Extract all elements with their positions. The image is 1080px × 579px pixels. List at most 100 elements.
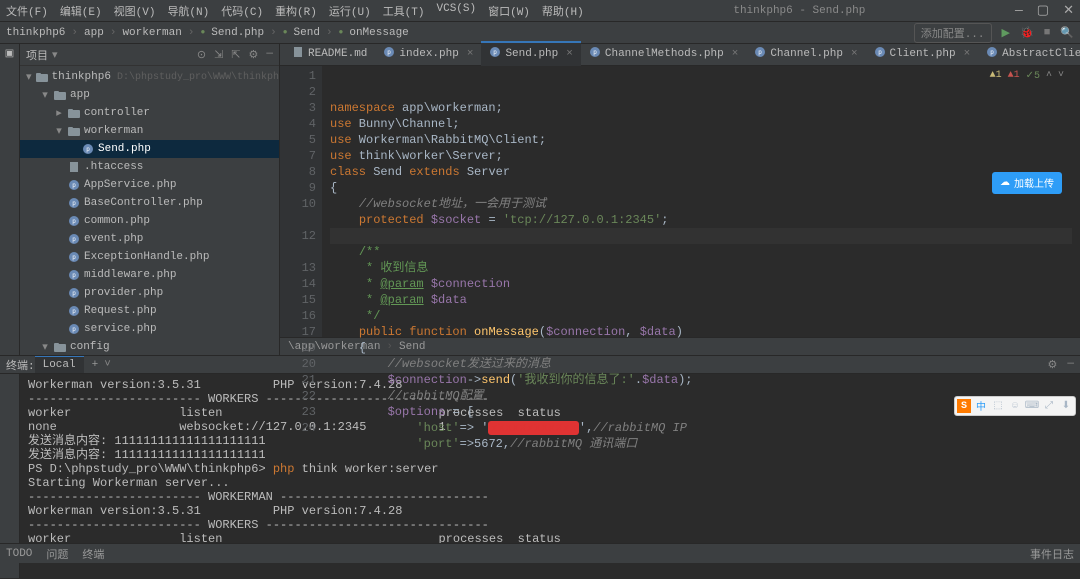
ime-button[interactable]: ⌨ bbox=[1025, 399, 1039, 413]
code-line[interactable]: /** bbox=[330, 244, 1072, 260]
tree-row[interactable]: pRequest.php bbox=[20, 302, 279, 320]
tree-row[interactable]: ▸controller bbox=[20, 104, 279, 122]
ime-button[interactable]: ⬚ bbox=[991, 399, 1005, 413]
editor-tab[interactable]: pAbstractClient.php× bbox=[978, 41, 1080, 65]
tree-row[interactable]: pevent.php bbox=[20, 230, 279, 248]
tree-row[interactable]: pcommon.php bbox=[20, 212, 279, 230]
code-line[interactable]: { bbox=[330, 340, 1072, 356]
breadcrumb-item[interactable]: onMessage bbox=[349, 27, 408, 39]
add-terminal-icon[interactable]: + bbox=[92, 359, 99, 371]
menu-item[interactable]: 运行(U) bbox=[329, 3, 371, 19]
close-tab-icon[interactable]: × bbox=[964, 48, 971, 60]
code-line[interactable]: public function onMessage($connection, $… bbox=[330, 324, 1072, 340]
project-tree[interactable]: ▾thinkphp6D:\phpstudy_pro\WWW\thinkphp6▾… bbox=[20, 66, 279, 355]
code-line[interactable]: //websocket发送过来的消息 bbox=[330, 356, 1072, 372]
close-tab-icon[interactable]: × bbox=[851, 48, 858, 60]
editor-tab[interactable]: README.md bbox=[284, 41, 375, 65]
status-item-problems[interactable]: 问题 bbox=[46, 546, 68, 562]
status-item-todo[interactable]: TODO bbox=[6, 548, 32, 560]
tree-row[interactable]: ▾app bbox=[20, 86, 279, 104]
menu-item[interactable]: 工具(T) bbox=[383, 3, 425, 19]
ime-toolbar[interactable]: S中⬚☺⌨⤢⬇ bbox=[954, 396, 1076, 416]
editor-tab[interactable]: pClient.php× bbox=[866, 41, 979, 65]
tree-twisty[interactable]: ▾ bbox=[40, 340, 50, 354]
terminal-tab-local[interactable]: Local bbox=[35, 356, 84, 373]
tree-row[interactable]: pmiddleware.php bbox=[20, 266, 279, 284]
code-line[interactable]: { bbox=[330, 180, 1072, 196]
tree-row[interactable]: .htaccess bbox=[20, 158, 279, 176]
menu-item[interactable]: 代码(C) bbox=[221, 3, 263, 19]
stop-icon[interactable]: ■ bbox=[1044, 27, 1051, 39]
breadcrumb-item[interactable]: thinkphp6 bbox=[6, 27, 65, 39]
menu-item[interactable]: 窗口(W) bbox=[488, 3, 530, 19]
tree-twisty[interactable]: ▾ bbox=[54, 124, 64, 138]
menu-item[interactable]: 文件(F) bbox=[6, 3, 48, 19]
search-icon[interactable]: 🔍 bbox=[1060, 26, 1074, 40]
tree-row[interactable]: pExceptionHandle.php bbox=[20, 248, 279, 266]
code-line[interactable]: use think\worker\Server; bbox=[330, 148, 1072, 164]
menu-item[interactable]: VCS(S) bbox=[437, 3, 477, 19]
code-line[interactable] bbox=[330, 84, 1072, 100]
tree-row[interactable]: pAppService.php bbox=[20, 176, 279, 194]
tree-row[interactable]: ▾config bbox=[20, 338, 279, 355]
breadcrumb-item[interactable]: app bbox=[84, 27, 104, 39]
breadcrumb-item[interactable]: workerman bbox=[122, 27, 181, 39]
tool-stripe-left[interactable]: ▣ bbox=[0, 44, 20, 355]
code-line[interactable]: use Bunny\Channel; bbox=[330, 116, 1072, 132]
code-line[interactable]: 'host'=> 'xxxxxxxxxxxx',//rabbitMQ IP bbox=[330, 420, 1072, 436]
event-log[interactable]: 事件日志 bbox=[1030, 546, 1074, 562]
upload-float-button[interactable]: ☁ 加载上传 bbox=[992, 172, 1062, 194]
code-line[interactable]: $connection->send('我收到你的信息了:'.$data); bbox=[330, 372, 1072, 388]
menu-item[interactable]: 重构(R) bbox=[275, 3, 317, 19]
chevron-down-icon[interactable]: ▾ bbox=[52, 48, 58, 62]
code-line[interactable] bbox=[330, 68, 1072, 84]
run-icon[interactable]: ▶ bbox=[1002, 26, 1010, 40]
ime-button[interactable]: S bbox=[957, 399, 971, 413]
close-tab-icon[interactable]: × bbox=[467, 48, 474, 60]
menu-item[interactable]: 视图(V) bbox=[114, 3, 156, 19]
minimize-icon[interactable]: — bbox=[1015, 3, 1023, 18]
ime-button[interactable]: ☺ bbox=[1008, 399, 1022, 413]
editor-tab[interactable]: pSend.php× bbox=[481, 41, 580, 66]
run-config-dropdown[interactable]: 添加配置... bbox=[914, 23, 992, 43]
tree-row[interactable]: pprovider.php bbox=[20, 284, 279, 302]
status-item-terminal[interactable]: 终端 bbox=[82, 546, 104, 562]
editor-tab[interactable]: pChannelMethods.php× bbox=[581, 41, 746, 65]
tree-row[interactable]: pSend.php bbox=[20, 140, 279, 158]
code-line[interactable]: * 收到信息 bbox=[330, 260, 1072, 276]
tree-row[interactable]: ▾thinkphp6D:\phpstudy_pro\WWW\thinkphp6 bbox=[20, 68, 279, 86]
code-line[interactable] bbox=[330, 228, 1072, 244]
code-line[interactable]: protected $socket = 'tcp://127.0.0.1:234… bbox=[330, 212, 1072, 228]
close-tab-icon[interactable]: × bbox=[732, 48, 739, 60]
code-line[interactable]: 'port'=>5672,//rabbitMQ 通讯端口 bbox=[330, 436, 1072, 452]
code-line[interactable]: //websocket地址，一会用于测试 bbox=[330, 196, 1072, 212]
collapse-all-icon[interactable]: ⇱ bbox=[231, 48, 240, 62]
code-editor[interactable]: ▲1 ▲1 ✓5 ˄ ˅ ☁ 加载上传 12345789101213141516… bbox=[280, 66, 1080, 337]
code-line[interactable]: namespace app\workerman; bbox=[330, 100, 1072, 116]
ime-button[interactable]: ⬇ bbox=[1059, 399, 1073, 413]
menu-item[interactable]: 编辑(E) bbox=[60, 3, 102, 19]
hide-icon[interactable]: — bbox=[266, 48, 273, 62]
tree-twisty[interactable]: ▸ bbox=[54, 106, 64, 120]
select-opened-file-icon[interactable]: ⊙ bbox=[197, 48, 206, 62]
close-tab-icon[interactable]: × bbox=[566, 48, 573, 60]
editor-tab[interactable]: pChannel.php× bbox=[746, 41, 865, 65]
code-line[interactable]: * @param $connection bbox=[330, 276, 1072, 292]
code-line[interactable]: */ bbox=[330, 308, 1072, 324]
debug-icon[interactable]: 🐞 bbox=[1020, 26, 1034, 40]
menu-item[interactable]: 导航(N) bbox=[167, 3, 209, 19]
inspections-widget[interactable]: ▲1 ▲1 ✓5 ˄ ˅ bbox=[990, 70, 1064, 82]
breadcrumb-item[interactable]: Send bbox=[294, 27, 320, 39]
tree-row[interactable]: pBaseController.php bbox=[20, 194, 279, 212]
ime-button[interactable]: 中 bbox=[974, 399, 988, 413]
code-line[interactable]: use Workerman\RabbitMQ\Client; bbox=[330, 132, 1072, 148]
tree-twisty[interactable]: ▾ bbox=[40, 88, 50, 102]
breadcrumb-item[interactable]: Send.php bbox=[211, 27, 264, 39]
tree-row[interactable]: ▾workerman bbox=[20, 122, 279, 140]
tree-row[interactable]: pservice.php bbox=[20, 320, 279, 338]
menu-item[interactable]: 帮助(H) bbox=[542, 3, 584, 19]
tree-twisty[interactable]: ▾ bbox=[26, 70, 32, 84]
chevron-down-icon[interactable]: ˅ bbox=[104, 359, 111, 371]
close-icon[interactable]: ✕ bbox=[1063, 3, 1074, 18]
code-line[interactable]: * @param $data bbox=[330, 292, 1072, 308]
